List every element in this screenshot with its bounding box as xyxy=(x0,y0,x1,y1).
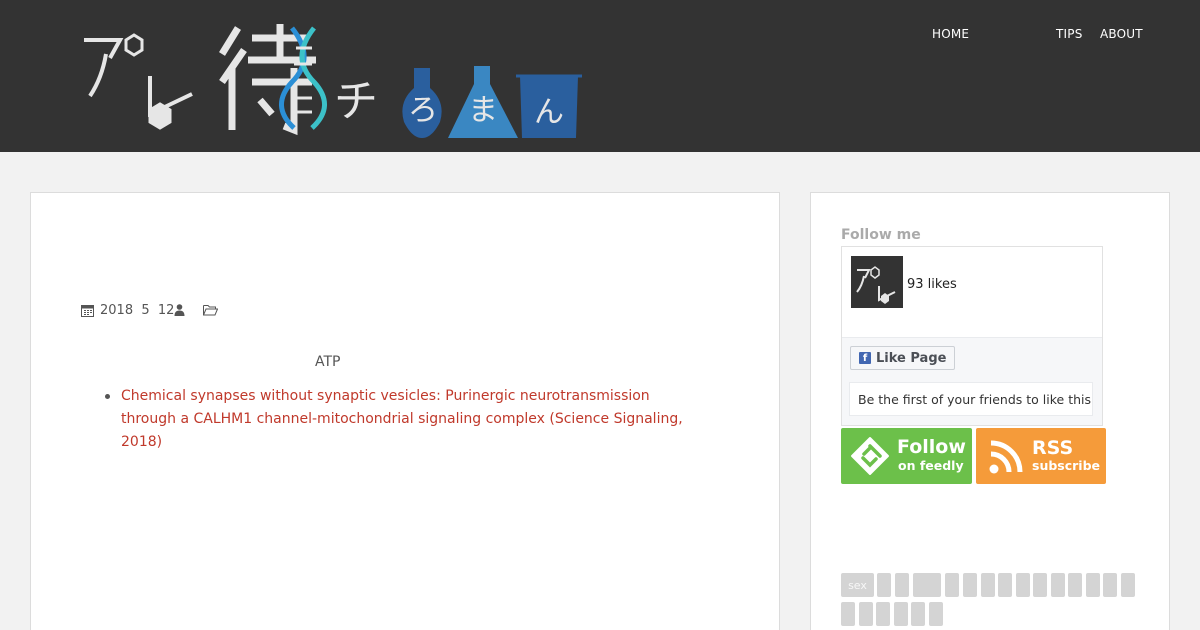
fb-page-avatar[interactable] xyxy=(851,256,903,308)
post-link[interactable]: Chemical synapses without synaptic vesic… xyxy=(121,388,683,450)
fb-action-bar: f Like Page Be the first of your friends… xyxy=(842,337,1102,425)
rss-main-label: RSS xyxy=(1032,437,1074,459)
tag-item[interactable] xyxy=(1068,573,1082,597)
feedly-sub-label: on feedly xyxy=(898,458,964,473)
post-date: 2018 5 12 xyxy=(100,302,175,318)
tag-item[interactable] xyxy=(876,602,890,626)
tag-item[interactable] xyxy=(913,573,941,597)
nav-tips[interactable]: TIPS xyxy=(1056,27,1083,41)
rss-sub-label: subscribe xyxy=(1032,458,1101,473)
tag-item[interactable] xyxy=(1103,573,1117,597)
tag-item[interactable] xyxy=(1086,573,1100,597)
tag-item[interactable]: sex xyxy=(841,573,874,597)
calendar-icon xyxy=(81,304,94,317)
rss-icon xyxy=(989,440,1023,474)
logo-flask-char-2: ま xyxy=(468,93,498,128)
fb-friends-text: Be the first of your friends to like thi… xyxy=(849,382,1093,416)
fb-like-label: Like Page xyxy=(876,350,947,366)
tag-item[interactable] xyxy=(945,573,959,597)
tag-item[interactable] xyxy=(1033,573,1047,597)
list-item: Chemical synapses without synaptic vesic… xyxy=(105,385,701,454)
fb-likes-count: 93 likes xyxy=(907,277,957,292)
sidebar: Follow me 93 likes f Like Page Be the fi… xyxy=(810,192,1170,630)
follow-title: Follow me xyxy=(841,227,921,243)
tag-item[interactable] xyxy=(877,573,891,597)
user-icon[interactable] xyxy=(174,304,185,316)
logo-flask-char-3: ん xyxy=(534,95,564,130)
fb-like-page-button[interactable]: f Like Page xyxy=(850,346,956,370)
post-meta: 2018 5 12 xyxy=(81,301,219,319)
tag-item[interactable] xyxy=(963,573,977,597)
feedly-icon xyxy=(851,437,889,475)
nav-about[interactable]: ABOUT xyxy=(1100,27,1143,41)
feedly-main-label: Follow xyxy=(897,436,966,458)
tag-item[interactable] xyxy=(859,602,873,626)
logo-tail-char: チ xyxy=(334,76,378,127)
main-nav: HOME TIPS ABOUT xyxy=(0,27,1200,43)
facebook-page-widget: 93 likes f Like Page Be the first of you… xyxy=(841,246,1103,426)
post-link-list: Chemical synapses without synaptic vesic… xyxy=(105,385,701,454)
tag-item[interactable] xyxy=(981,573,995,597)
rss-subscribe-button[interactable]: RSS subscribe xyxy=(976,428,1106,484)
tag-item[interactable] xyxy=(894,602,908,626)
tag-line: ATP xyxy=(315,354,341,370)
logo-flask-char-1: ろ xyxy=(408,93,438,128)
tag-item[interactable] xyxy=(1051,573,1065,597)
folder-open-icon[interactable] xyxy=(203,304,219,316)
nav-home[interactable]: HOME xyxy=(932,27,969,41)
tag-item[interactable] xyxy=(929,602,943,626)
tag-item[interactable] xyxy=(911,602,925,626)
feedly-follow-button[interactable]: Follow on feedly xyxy=(841,428,972,484)
tag-item[interactable] xyxy=(1121,573,1135,597)
tag-item[interactable] xyxy=(895,573,909,597)
site-header: チ ろ ま ん HOME TIPS ABOUT xyxy=(0,0,1200,152)
main-content: 2018 5 12 ATP Chemical synapses without … xyxy=(30,192,780,630)
tag-item[interactable] xyxy=(1016,573,1030,597)
facebook-icon: f xyxy=(859,352,871,364)
tag-item[interactable] xyxy=(841,602,855,626)
tag-item[interactable] xyxy=(998,573,1012,597)
